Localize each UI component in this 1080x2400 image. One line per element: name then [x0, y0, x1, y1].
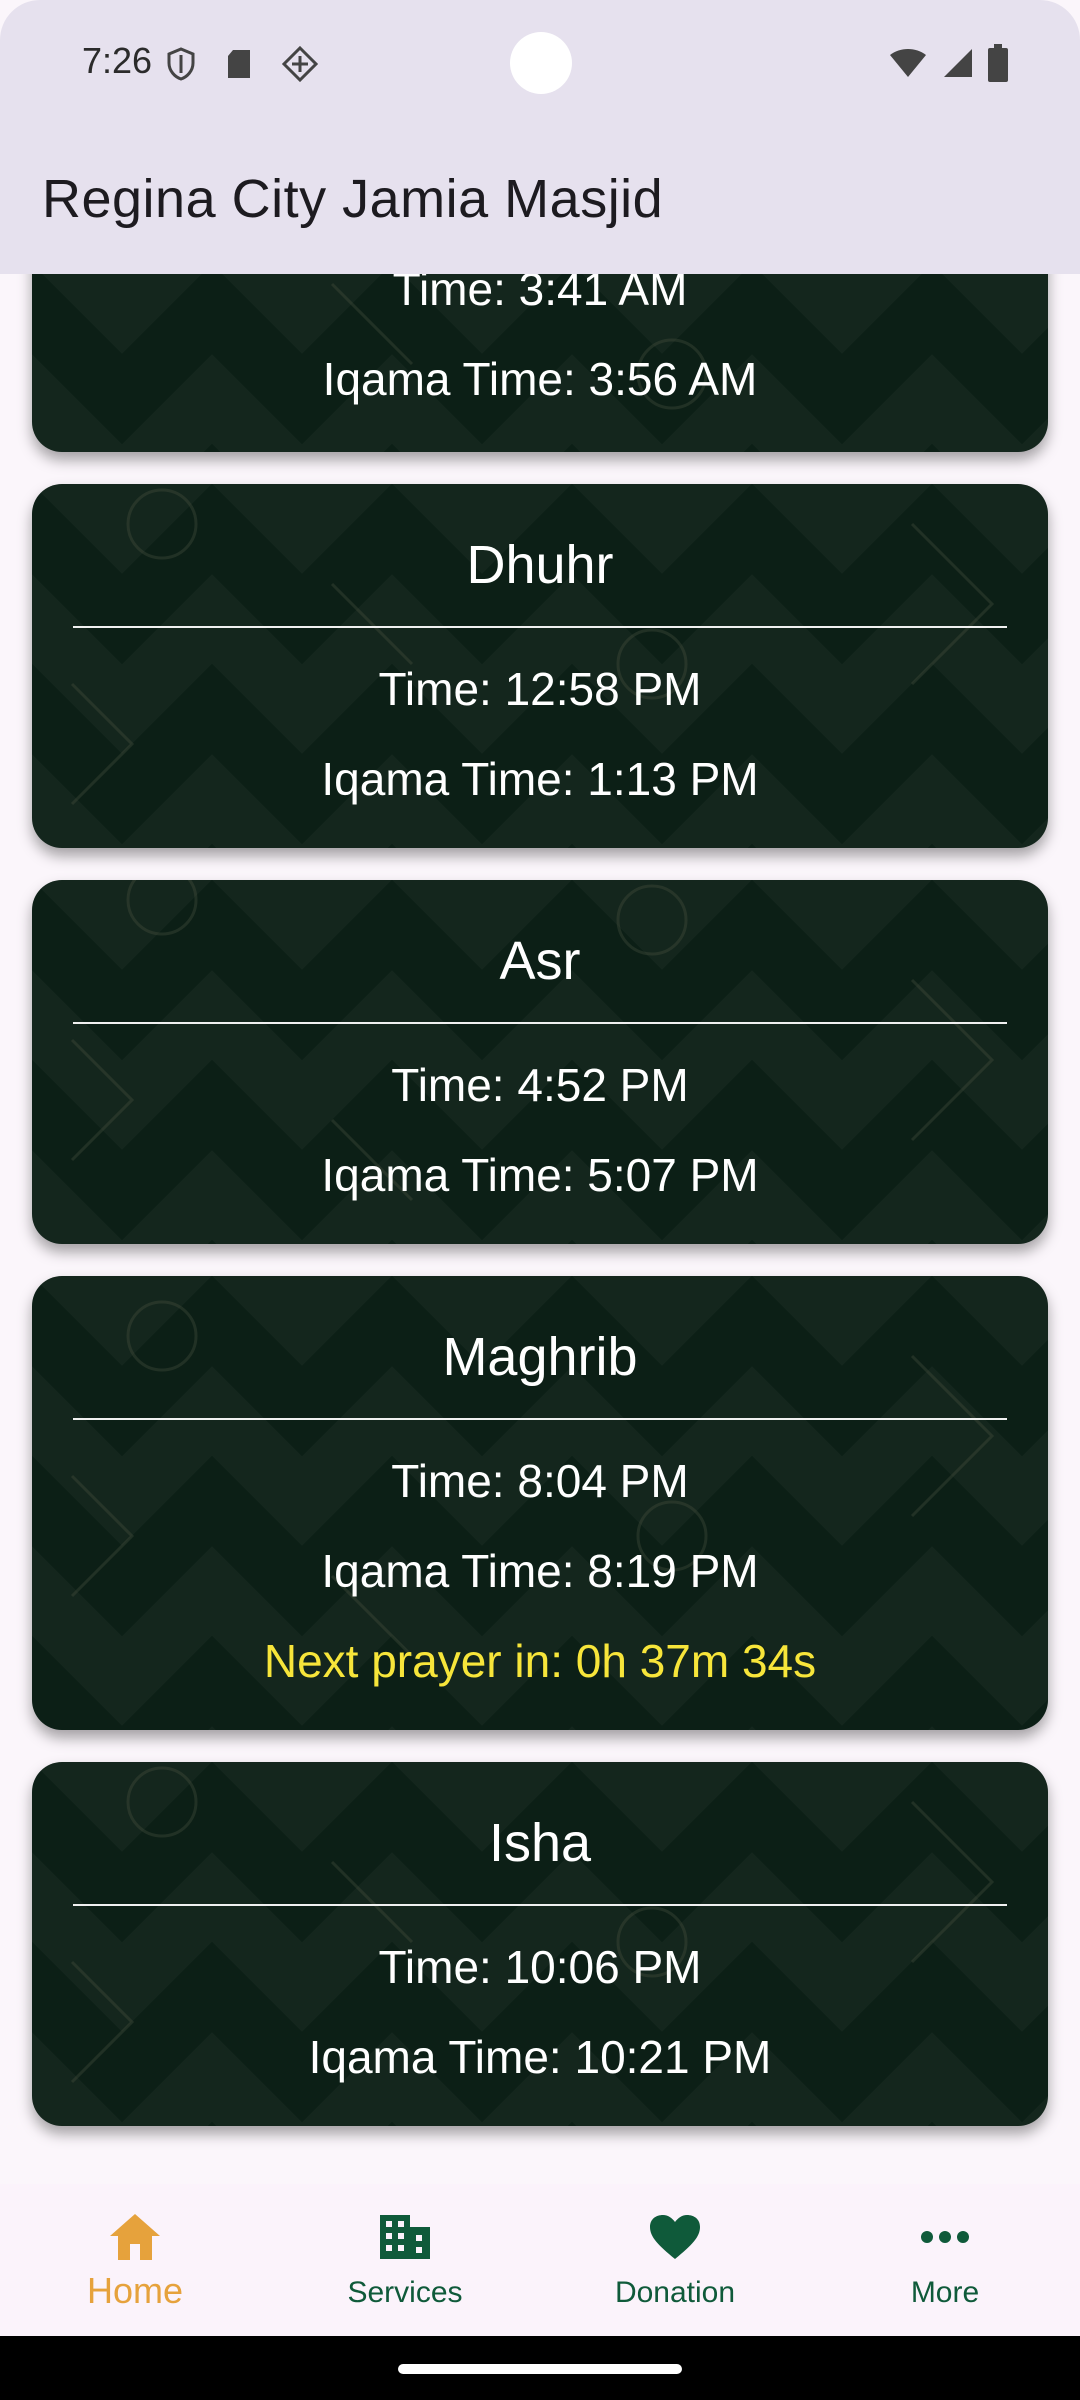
app-bar: Regina City Jamia Masjid: [0, 128, 1080, 274]
prayer-name: Dhuhr: [466, 535, 614, 595]
heart-icon: [575, 2208, 775, 2266]
prayer-iqama-time: Iqama Time: 10:21 PM: [308, 2031, 772, 2083]
prayer-name: Asr: [499, 931, 581, 991]
nav-donation[interactable]: Donation: [575, 2208, 775, 2310]
prayer-time: Time: 12:58 PM: [378, 663, 702, 715]
gesture-handle[interactable]: [398, 2364, 682, 2374]
prayer-time: Time: 8:04 PM: [391, 1455, 689, 1507]
prayer-name: Maghrib: [442, 1327, 638, 1387]
prayer-iqama-time: Iqama Time: 3:56 AM: [322, 353, 758, 405]
nav-services[interactable]: Services: [305, 2208, 505, 2310]
signal-icon: [942, 47, 974, 84]
prayer-card-asr: Asr Time: 4:52 PM Iqama Time: 5:07 PM: [32, 880, 1048, 1244]
prayer-name: Isha: [488, 1813, 592, 1873]
nav-more-label: More: [910, 2276, 980, 2309]
prayer-card-maghrib: Maghrib Time: 8:04 PM Iqama Time: 8:19 P…: [32, 1276, 1048, 1730]
gesture-area: [0, 2336, 1080, 2400]
nav-services-label: Services: [347, 2276, 463, 2309]
prayer-card-fajr: Time: 3:41 AM Iqama Time: 3:56 AM: [32, 274, 1048, 452]
app-title: Regina City Jamia Masjid: [42, 169, 664, 229]
divider: [73, 1904, 1007, 1906]
shield-icon: [166, 47, 196, 86]
sd-card-icon: [226, 48, 252, 85]
prayer-iqama-time: Iqama Time: 5:07 PM: [321, 1149, 759, 1201]
home-icon: [35, 2208, 235, 2266]
prayer-card-dhuhr: Dhuhr Time: 12:58 PM Iqama Time: 1:13 PM: [32, 484, 1048, 848]
prayer-iqama-time: Iqama Time: 1:13 PM: [321, 753, 759, 805]
prayer-time: Time: 4:52 PM: [391, 1059, 689, 1111]
building-icon: [305, 2208, 505, 2266]
nav-more[interactable]: More: [845, 2208, 1045, 2310]
divider: [73, 626, 1007, 628]
prayer-card-isha: Isha Time: 10:06 PM Iqama Time: 10:21 PM: [32, 1762, 1048, 2126]
status-left-icons: [166, 45, 319, 87]
nav-home-label: Home: [86, 2270, 184, 2311]
prayer-list[interactable]: Time: 3:41 AM Iqama Time: 3:56 AM Dhuhr …: [0, 274, 1080, 2184]
wifi-icon: [888, 47, 928, 84]
diamond-grid-icon: [281, 45, 319, 87]
more-icon: [845, 2208, 1045, 2266]
bottom-navigation: Home Services Donation More: [0, 2184, 1080, 2336]
prayer-time: Time: 10:06 PM: [378, 1941, 702, 1993]
nav-donation-label: Donation: [614, 2276, 736, 2309]
nav-home[interactable]: Home: [35, 2208, 235, 2312]
prayer-iqama-time: Iqama Time: 8:19 PM: [321, 1545, 759, 1597]
prayer-time: Time: 3:41 AM: [392, 274, 688, 315]
status-bar: 7:26: [0, 0, 1080, 128]
status-time: 7:26: [82, 40, 153, 81]
next-prayer-countdown: Next prayer in: 0h 37m 34s: [263, 1635, 817, 1687]
battery-icon: [988, 44, 1008, 87]
camera-cutout: [510, 32, 572, 94]
status-right-icons: [888, 44, 1008, 87]
divider: [73, 1022, 1007, 1024]
divider: [73, 1418, 1007, 1420]
